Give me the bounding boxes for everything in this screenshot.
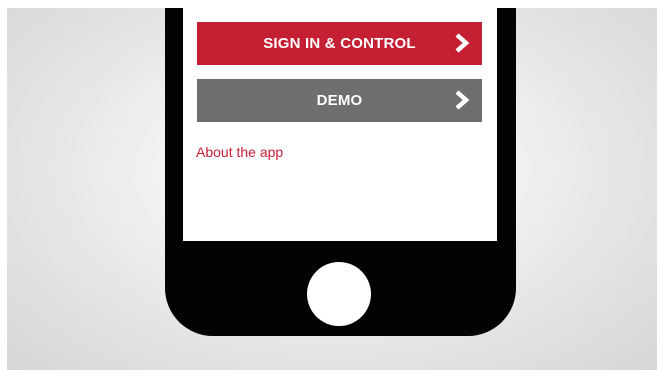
promo-frame: SIGN IN & CONTROL DEMO About the app — [7, 8, 657, 370]
home-button[interactable] — [307, 262, 371, 326]
chevron-right-icon — [455, 33, 470, 53]
chevron-right-icon — [455, 90, 470, 110]
phone-screen: SIGN IN & CONTROL DEMO About the app — [183, 8, 497, 241]
sign-in-control-button[interactable]: SIGN IN & CONTROL — [197, 22, 482, 65]
demo-label: DEMO — [316, 92, 363, 109]
phone-device: SIGN IN & CONTROL DEMO About the app — [165, 8, 516, 336]
sign-in-control-label: SIGN IN & CONTROL — [263, 35, 416, 52]
about-the-app-link[interactable]: About the app — [196, 144, 283, 160]
demo-button[interactable]: DEMO — [197, 79, 482, 122]
